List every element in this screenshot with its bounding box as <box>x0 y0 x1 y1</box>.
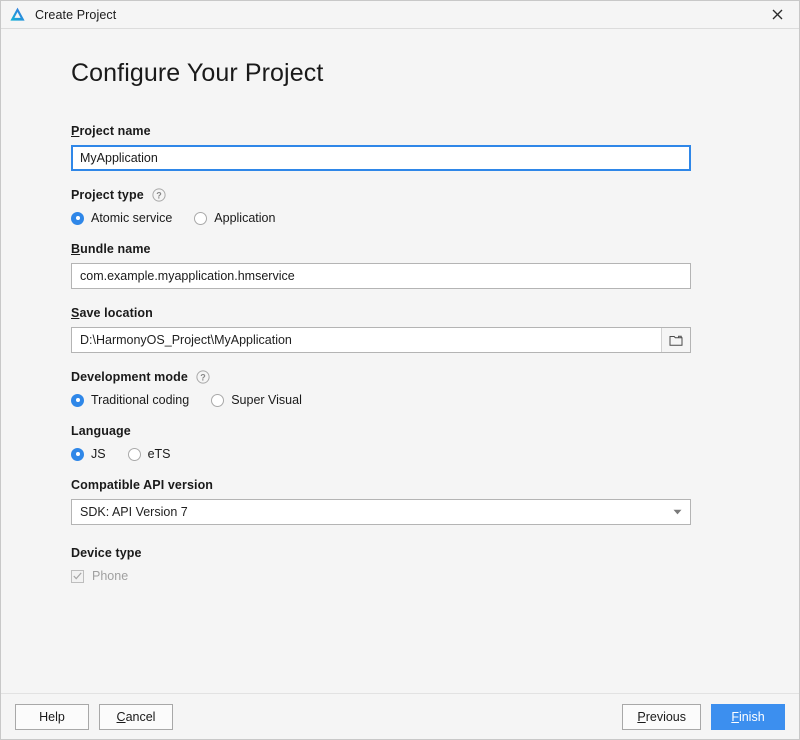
dialog-footer: Help Cancel Previous Finish <box>1 693 799 739</box>
previous-button[interactable]: Previous <box>622 703 701 730</box>
radio-atomic-service[interactable]: Atomic service <box>71 211 172 225</box>
field-project-name: Project name MyApplication <box>71 124 729 171</box>
development-mode-label-text: Development mode <box>71 370 188 384</box>
project-name-label-rest: roject name <box>79 124 151 138</box>
project-type-radio-group: Atomic service Application <box>71 211 729 225</box>
project-name-label: Project name <box>71 124 729 138</box>
field-save-location: Save location D:\HarmonyOS_Project\MyApp… <box>71 306 729 353</box>
finish-button-rest: inish <box>738 709 765 724</box>
api-version-value: SDK: API Version 7 <box>80 505 188 519</box>
help-circle-icon-development-mode[interactable]: ? <box>196 370 210 384</box>
deveco-logo-icon <box>9 6 26 23</box>
footer-right-buttons: Previous Finish <box>622 703 785 730</box>
cancel-button[interactable]: Cancel <box>99 703 173 730</box>
bundle-name-label: Bundle name <box>71 242 729 256</box>
radio-application[interactable]: Application <box>194 211 275 225</box>
language-label: Language <box>71 424 729 438</box>
field-bundle-name: Bundle name com.example.myapplication.hm… <box>71 242 729 289</box>
close-icon[interactable] <box>755 1 799 27</box>
save-location-value: D:\HarmonyOS_Project\MyApplication <box>80 333 292 347</box>
api-version-label-text: Compatible API version <box>71 478 214 492</box>
chevron-down-icon[interactable] <box>664 500 690 524</box>
title-bar: Create Project <box>1 1 799 29</box>
window-title: Create Project <box>35 7 117 22</box>
radio-atomic-service-label: Atomic service <box>91 211 173 225</box>
radio-application-label: Application <box>214 211 276 225</box>
bundle-name-value: com.example.myapplication.hmservice <box>80 269 295 283</box>
api-version-label: Compatible API version <box>71 478 729 492</box>
previous-button-mnemonic: P <box>637 709 646 724</box>
finish-button-mnemonic: F <box>731 709 739 724</box>
footer-left-buttons: Help Cancel <box>15 703 173 730</box>
radio-traditional-coding[interactable]: Traditional coding <box>71 393 189 407</box>
radio-mark-selected <box>71 447 84 461</box>
radio-mark-unselected <box>127 447 141 461</box>
api-version-dropdown[interactable]: SDK: API Version 7 <box>71 499 691 525</box>
help-button[interactable]: Help <box>15 703 89 730</box>
radio-super-visual[interactable]: Super Visual <box>211 393 302 407</box>
help-circle-icon-project-type[interactable]: ? <box>152 188 166 202</box>
language-label-text: Language <box>71 424 131 438</box>
device-type-label-text: Device type <box>71 546 142 560</box>
radio-mark-unselected <box>194 211 208 225</box>
page-title: Configure Your Project <box>71 59 324 87</box>
cancel-button-mnemonic: C <box>116 709 126 724</box>
project-name-value: MyApplication <box>80 151 158 165</box>
save-location-label-mnemonic: S <box>71 306 80 320</box>
svg-text:?: ? <box>156 190 162 200</box>
project-type-label: Project type ? <box>71 188 729 202</box>
development-mode-label: Development mode ? <box>71 370 729 384</box>
radio-js-label: JS <box>91 447 106 461</box>
device-type-label: Device type <box>71 546 729 560</box>
checkbox-phone <box>71 569 84 583</box>
save-location-label-rest: ave location <box>79 306 153 320</box>
radio-super-visual-label: Super Visual <box>231 393 302 407</box>
project-name-label-mnemonic: P <box>71 124 80 138</box>
project-name-input[interactable]: MyApplication <box>71 145 691 171</box>
project-type-label-text: Project type <box>71 188 144 202</box>
save-location-input[interactable]: D:\HarmonyOS_Project\MyApplication <box>71 327 691 353</box>
create-project-dialog: Create Project Configure Your Project Pr… <box>0 0 800 740</box>
radio-js[interactable]: JS <box>71 447 106 461</box>
bundle-name-input[interactable]: com.example.myapplication.hmservice <box>71 263 691 289</box>
folder-icon[interactable] <box>661 328 690 352</box>
dialog-body: Configure Your Project Project name MyAp… <box>1 29 799 693</box>
radio-mark-unselected <box>211 393 225 407</box>
radio-mark-selected <box>71 211 84 225</box>
bundle-name-label-rest: undle name <box>80 242 151 256</box>
radio-ets-label: eTS <box>147 447 171 461</box>
radio-ets[interactable]: eTS <box>127 447 171 461</box>
finish-button[interactable]: Finish <box>711 703 785 730</box>
language-radio-group: JS eTS <box>71 447 729 461</box>
radio-traditional-coding-label: Traditional coding <box>91 393 190 407</box>
field-api-version: Compatible API version SDK: API Version … <box>71 478 729 525</box>
field-project-type: Project type ? Atomic service Applicatio… <box>71 188 729 225</box>
checkbox-phone-label: Phone <box>92 569 129 583</box>
development-mode-radio-group: Traditional coding Super Visual <box>71 393 729 407</box>
field-development-mode: Development mode ? Traditional coding Su… <box>71 370 729 407</box>
svg-text:?: ? <box>200 372 206 382</box>
radio-mark-selected <box>71 393 84 407</box>
field-device-type: Device type Phone <box>71 546 729 583</box>
previous-button-rest: revious <box>645 709 686 724</box>
bundle-name-label-mnemonic: B <box>71 242 81 256</box>
field-language: Language JS eTS <box>71 424 729 461</box>
device-type-checkbox-group: Phone <box>71 569 729 583</box>
cancel-button-rest: ancel <box>125 709 156 724</box>
save-location-label: Save location <box>71 306 729 320</box>
